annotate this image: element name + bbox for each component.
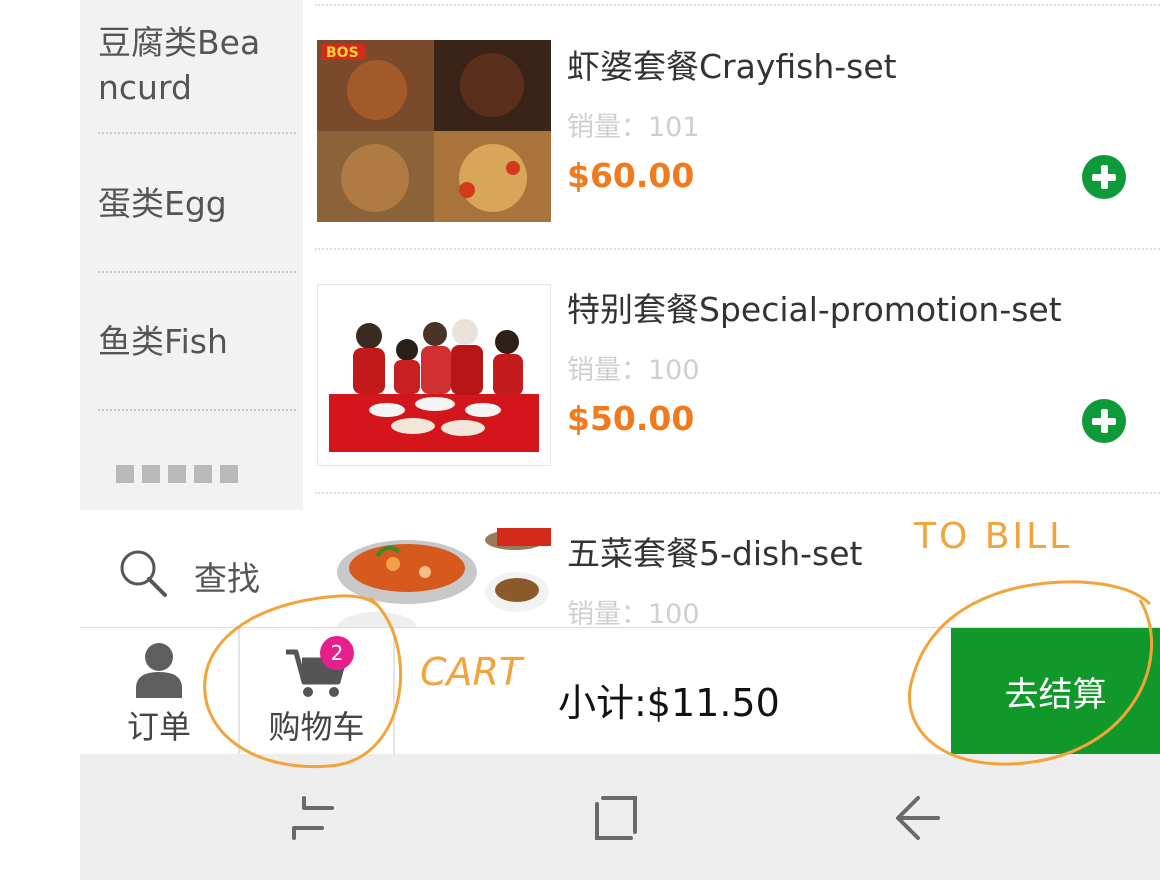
search-row[interactable]: 查找 <box>80 512 303 627</box>
tab-orders-label: 订单 <box>126 708 191 746</box>
tab-cart-label: 购物车 <box>268 708 365 746</box>
product-price: $60.00 <box>567 156 695 195</box>
product-thumbnail-crayfish[interactable]: BOS <box>317 40 551 222</box>
tab-cart[interactable]: 购物车 <box>240 628 393 755</box>
add-to-cart-button-crayfish[interactable] <box>1082 155 1126 199</box>
category-label: 蛋类Egg <box>98 184 227 223</box>
category-label: 鱼类Fish <box>98 322 228 361</box>
category-sidebar: 豆腐类Bea ncurd 蛋类Egg 鱼类Fish <box>80 0 303 510</box>
recent-apps-icon[interactable] <box>290 794 336 842</box>
product-thumbnail-5-dish[interactable] <box>317 528 551 627</box>
left-margin <box>0 0 80 880</box>
back-icon[interactable] <box>892 794 942 842</box>
product-divider <box>315 248 1160 250</box>
product-name: 特别套餐Special-promotion-set <box>567 290 1062 329</box>
user-icon <box>136 643 182 698</box>
product-sales: 销量：101 <box>567 112 700 143</box>
category-item-fish[interactable]: 鱼类Fish <box>98 319 294 364</box>
product-divider <box>315 492 1160 494</box>
cart-count-badge: 2 <box>320 636 354 670</box>
category-label-line1: 豆腐类Bea <box>98 23 261 62</box>
tab-divider <box>393 628 395 755</box>
add-to-cart-button-special[interactable] <box>1082 399 1126 443</box>
checkout-button[interactable]: 去结算 <box>951 628 1160 755</box>
tab-orders[interactable]: 订单 <box>110 628 208 755</box>
product-name: 五菜套餐5-dish-set <box>567 534 863 573</box>
product-thumbnail-special[interactable] <box>317 284 551 466</box>
category-item-egg[interactable]: 蛋类Egg <box>98 181 294 226</box>
product-name: 虾婆套餐Crayfish-set <box>567 47 897 86</box>
product-sales: 销量：100 <box>567 355 700 386</box>
product-price: $50.00 <box>567 399 695 438</box>
system-navigation-bar <box>80 754 1160 880</box>
category-divider <box>98 271 296 273</box>
bill-annotation-label: TO BILL <box>914 516 1073 557</box>
category-divider <box>98 409 296 411</box>
category-item-beancurd[interactable]: 豆腐类Bea ncurd <box>98 20 294 110</box>
search-label: 查找 <box>194 559 260 598</box>
cart-annotation-label: CART <box>420 650 523 694</box>
category-label-line2: ncurd <box>98 68 192 107</box>
svg-text:BOS: BOS <box>326 45 359 61</box>
subtotal-text: 小计:$11.50 <box>558 681 780 725</box>
product-divider <box>315 4 1160 6</box>
bottom-action-bar: 订单 购物车 2 小计:$11.50 去结算 <box>80 627 1160 755</box>
category-item-partial[interactable] <box>116 465 246 483</box>
product-sales: 销量：100 <box>567 599 700 627</box>
home-icon[interactable] <box>593 794 639 842</box>
category-divider <box>98 132 296 134</box>
search-icon <box>120 550 167 597</box>
